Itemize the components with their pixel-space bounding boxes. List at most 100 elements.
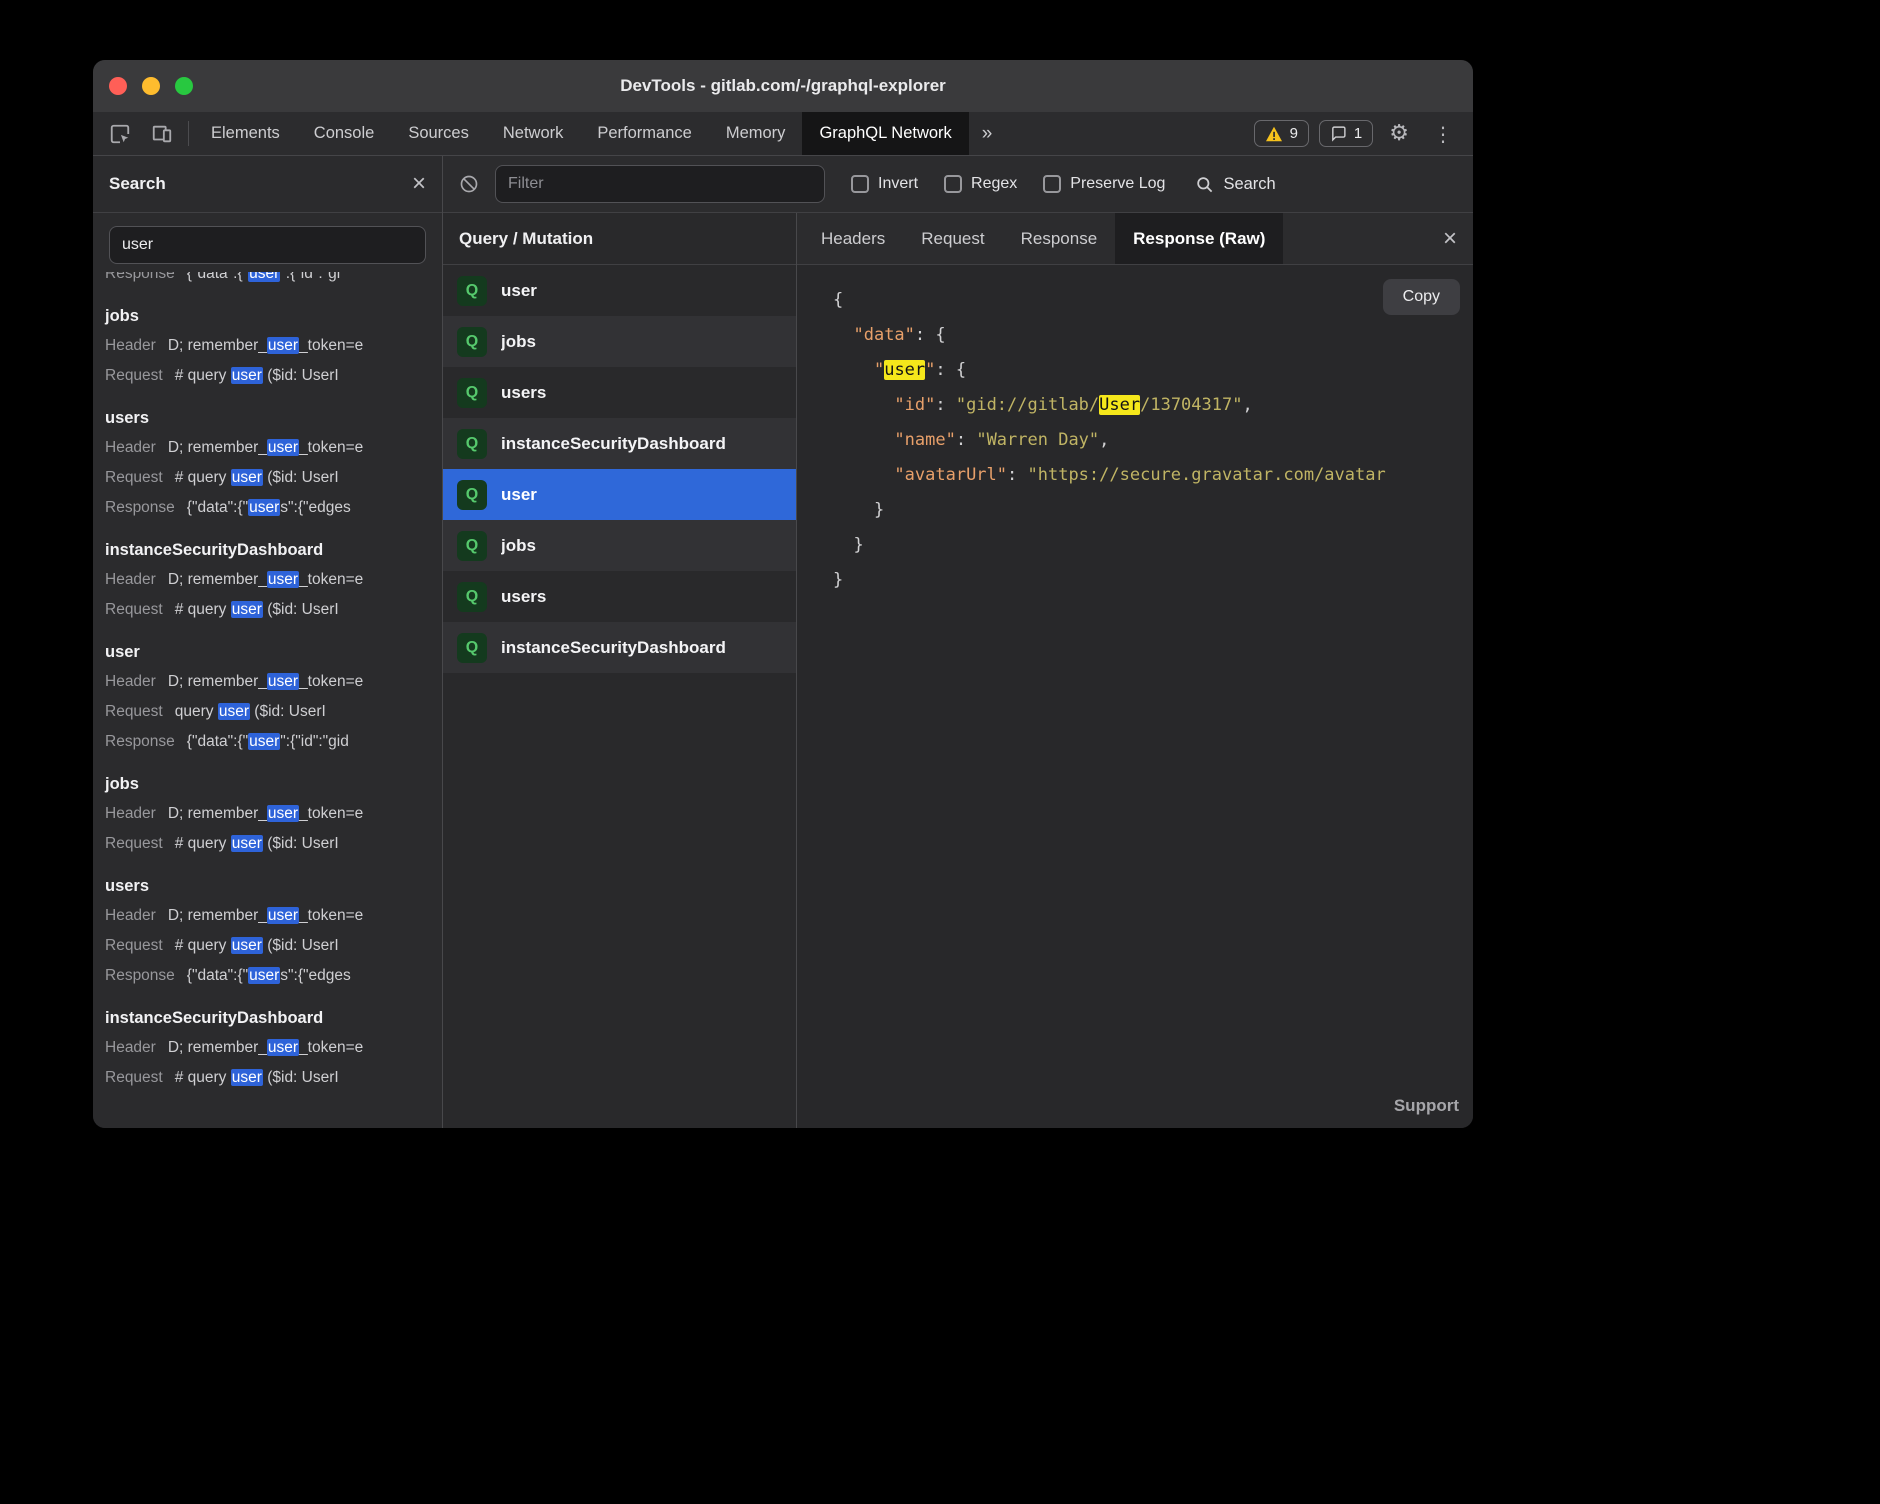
devtools-tab-network[interactable]: Network bbox=[486, 112, 581, 155]
checkbox-box-regex[interactable] bbox=[944, 175, 962, 193]
query-list-item-users[interactable]: Qusers bbox=[443, 571, 796, 622]
checkbox-preserve-log[interactable]: Preserve Log bbox=[1043, 175, 1165, 193]
search-result-line[interactable]: HeaderD; remember_user_token=e bbox=[105, 565, 442, 595]
message-bubble-icon bbox=[1330, 125, 1347, 142]
search-result-line[interactable]: HeaderD; remember_user_token=e bbox=[105, 331, 442, 361]
json-line: } bbox=[833, 493, 1473, 528]
detail-tab-headers[interactable]: Headers bbox=[803, 213, 903, 264]
devtools-tab-graphql-network[interactable]: GraphQL Network bbox=[802, 112, 968, 155]
checkbox-box-invert[interactable] bbox=[851, 175, 869, 193]
search-result-line[interactable]: HeaderD; remember_user_token=e bbox=[105, 433, 442, 463]
clear-requests-icon[interactable] bbox=[459, 174, 479, 194]
zoom-window-button[interactable] bbox=[175, 77, 193, 95]
query-list-item-user[interactable]: Quser bbox=[443, 469, 796, 520]
settings-gear-icon[interactable]: ⚙ bbox=[1383, 121, 1415, 146]
result-line-content: query user ($id: UserI bbox=[175, 703, 326, 720]
inspect-element-icon[interactable] bbox=[99, 112, 141, 155]
devtools-tab-performance[interactable]: Performance bbox=[580, 112, 708, 155]
device-toolbar-icon[interactable] bbox=[141, 112, 183, 155]
close-detail-icon[interactable]: × bbox=[1427, 213, 1473, 264]
search-result-line[interactable]: Response{"data":{"users":{"edges bbox=[105, 961, 442, 991]
json-line: "id": "gid://gitlab/User/13704317", bbox=[833, 388, 1473, 423]
query-list-item-user[interactable]: Quser bbox=[443, 265, 796, 316]
devtools-tab-memory[interactable]: Memory bbox=[709, 112, 803, 155]
result-line-label: Header bbox=[105, 673, 156, 690]
devtools-tabbar: ElementsConsoleSourcesNetworkPerformance… bbox=[93, 112, 1473, 156]
result-line-label: Request bbox=[105, 937, 163, 954]
json-line: } bbox=[833, 563, 1473, 598]
search-result-line[interactable]: Response{"data":{"user":{"id":"gi bbox=[105, 272, 442, 289]
query-name: instanceSecurityDashboard bbox=[501, 638, 726, 658]
query-type-badge: Q bbox=[457, 582, 487, 612]
search-result-line[interactable]: Request# query user ($id: UserI bbox=[105, 595, 442, 625]
query-list-item-jobs[interactable]: Qjobs bbox=[443, 316, 796, 367]
result-line-content: # query user ($id: UserI bbox=[175, 937, 339, 954]
result-line-label: Response bbox=[105, 499, 175, 516]
result-line-label: Response bbox=[105, 272, 175, 282]
detail-tab-request[interactable]: Request bbox=[903, 213, 1002, 264]
filter-input[interactable] bbox=[495, 165, 825, 203]
query-list-item-instancesecuritydashboard[interactable]: QinstanceSecurityDashboard bbox=[443, 418, 796, 469]
devtools-tab-console[interactable]: Console bbox=[297, 112, 392, 155]
query-list-item-users[interactable]: Qusers bbox=[443, 367, 796, 418]
search-icon bbox=[1195, 175, 1214, 194]
close-window-button[interactable] bbox=[109, 77, 127, 95]
search-result-line[interactable]: Request# query user ($id: UserI bbox=[105, 463, 442, 493]
search-input[interactable] bbox=[109, 226, 426, 264]
result-line-label: Request bbox=[105, 601, 163, 618]
query-list-item-jobs[interactable]: Qjobs bbox=[443, 520, 796, 571]
checkbox-invert[interactable]: Invert bbox=[851, 175, 918, 193]
result-line-label: Request bbox=[105, 469, 163, 486]
result-line-content: # query user ($id: UserI bbox=[175, 367, 339, 384]
query-list-item-instancesecuritydashboard[interactable]: QinstanceSecurityDashboard bbox=[443, 622, 796, 673]
main-area: Search × Response{"data":{"user":{"id":"… bbox=[93, 156, 1473, 1128]
result-line-label: Request bbox=[105, 703, 163, 720]
devtools-tab-sources[interactable]: Sources bbox=[391, 112, 486, 155]
minimize-window-button[interactable] bbox=[142, 77, 160, 95]
console-messages-badge[interactable]: 1 bbox=[1319, 120, 1373, 147]
query-type-badge: Q bbox=[457, 633, 487, 663]
search-panel: Search × Response{"data":{"user":{"id":"… bbox=[93, 156, 443, 1128]
search-result-line[interactable]: Response{"data":{"user":{"id":"gid bbox=[105, 727, 442, 757]
search-result-line[interactable]: Request # query user ($id: UserI bbox=[105, 931, 442, 961]
close-search-panel-icon[interactable]: × bbox=[412, 172, 426, 196]
checkbox-regex[interactable]: Regex bbox=[944, 175, 1017, 193]
copy-button[interactable]: Copy bbox=[1383, 279, 1460, 315]
search-result-line[interactable]: Header D; remember_user_token=e bbox=[105, 901, 442, 931]
json-line: "user": { bbox=[833, 353, 1473, 388]
checkbox-label: Regex bbox=[971, 175, 1017, 193]
search-result-line[interactable]: Response {"data":{"users":{"edges bbox=[105, 493, 442, 523]
tabbar-right-controls: 9 1 ⚙ ⋮ bbox=[1254, 112, 1473, 155]
message-count: 1 bbox=[1354, 125, 1362, 142]
window-title: DevTools - gitlab.com/-/graphql-explorer bbox=[620, 76, 946, 96]
query-name: user bbox=[501, 281, 537, 301]
search-result-line[interactable]: Request# query user ($id: UserI bbox=[105, 1063, 442, 1093]
result-line-label: Request bbox=[105, 835, 163, 852]
search-result-line[interactable]: Request # query user ($id: UserI bbox=[105, 829, 442, 859]
result-line-content: # query user ($id: UserI bbox=[175, 1069, 339, 1086]
query-type-badge: Q bbox=[457, 531, 487, 561]
devtools-tabs: ElementsConsoleSourcesNetworkPerformance… bbox=[194, 112, 969, 155]
search-result-line[interactable]: HeaderD; remember_user_token=e bbox=[105, 799, 442, 829]
search-result-line[interactable]: HeaderD; remember_user_token=e bbox=[105, 1033, 442, 1063]
result-line-content: D; remember_user_token=e bbox=[168, 907, 363, 924]
search-result-line[interactable]: HeaderD; remember_user_token=e bbox=[105, 667, 442, 697]
search-result-line[interactable]: Request query user ($id: UserI bbox=[105, 697, 442, 727]
search-result-line[interactable]: Request# query user ($id: UserI bbox=[105, 361, 442, 391]
devtools-tab-elements[interactable]: Elements bbox=[194, 112, 297, 155]
result-line-label: Header bbox=[105, 907, 156, 924]
result-line-content: {"data":{"users":{"edges bbox=[187, 499, 351, 516]
query-name: user bbox=[501, 485, 537, 505]
search-result-section-title: users bbox=[105, 407, 442, 429]
kebab-menu-icon[interactable]: ⋮ bbox=[1425, 122, 1461, 146]
search-panel-title: Search bbox=[109, 174, 166, 194]
result-line-label: Header bbox=[105, 805, 156, 822]
detail-tab-response-raw[interactable]: Response (Raw) bbox=[1115, 213, 1283, 264]
more-tabs-chevron[interactable]: » bbox=[969, 112, 1006, 155]
result-line-content: # query user ($id: UserI bbox=[175, 835, 339, 852]
detail-tab-response[interactable]: Response bbox=[1003, 213, 1116, 264]
toolbar-search[interactable]: Search bbox=[1195, 175, 1275, 194]
support-link[interactable]: Support bbox=[1394, 1096, 1459, 1116]
checkbox-box-preserve-log[interactable] bbox=[1043, 175, 1061, 193]
console-warnings-badge[interactable]: 9 bbox=[1254, 120, 1309, 147]
